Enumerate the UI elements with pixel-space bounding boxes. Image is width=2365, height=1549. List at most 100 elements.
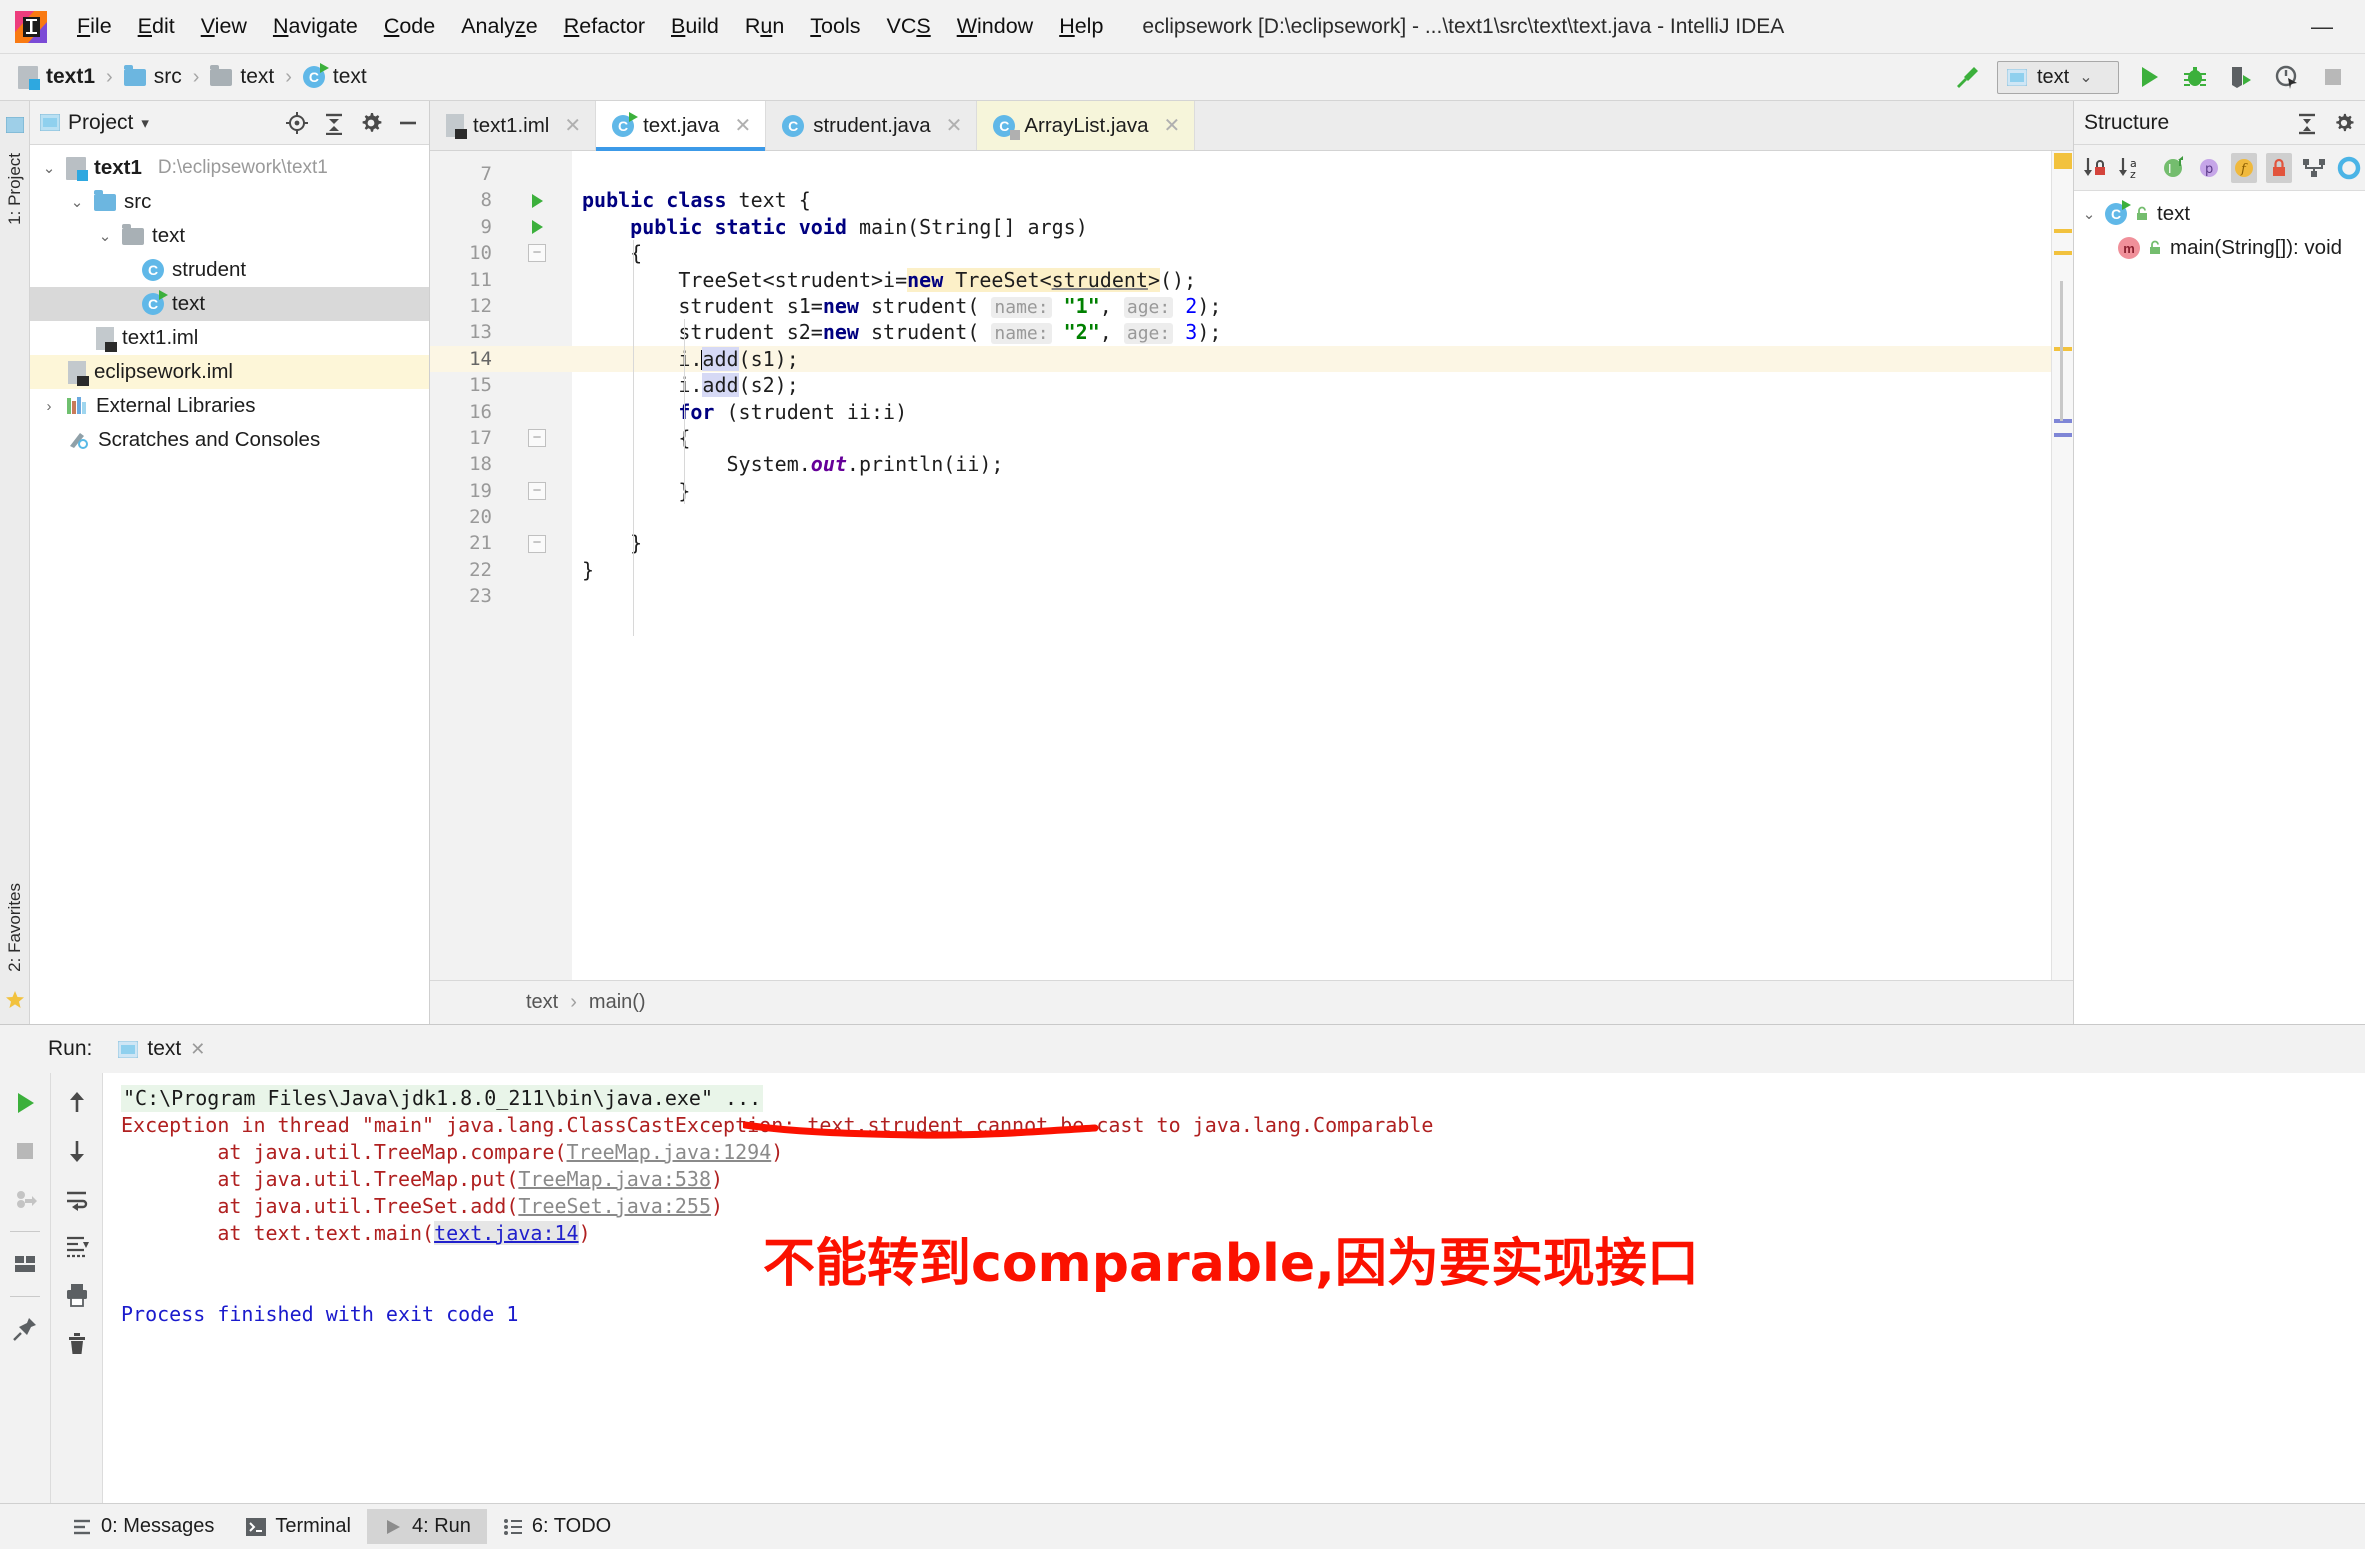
- close-icon[interactable]: ✕: [190, 1039, 205, 1060]
- editor-tab-text1-iml[interactable]: text1.iml ✕: [430, 101, 597, 150]
- hierarchy-icon[interactable]: [2301, 153, 2327, 183]
- menu-item-file[interactable]: File: [64, 10, 125, 43]
- scroll-end-icon[interactable]: [61, 1231, 93, 1263]
- profiler-icon[interactable]: [2271, 61, 2303, 93]
- menu-item-tools[interactable]: Tools: [797, 10, 873, 43]
- collapse-icon[interactable]: [323, 111, 345, 135]
- console-stack-link-1[interactable]: TreeMap.java:1294: [567, 1140, 772, 1164]
- editor-tab-text-java[interactable]: C text.java ✕: [596, 101, 767, 151]
- crosshair-icon[interactable]: [285, 111, 309, 135]
- editor-tab-strudent-java[interactable]: C strudent.java ✕: [766, 101, 978, 150]
- run-class-icon[interactable]: [502, 187, 572, 213]
- debug-icon[interactable]: [2179, 61, 2211, 93]
- stop-icon[interactable]: [9, 1135, 41, 1167]
- chevron-down-icon[interactable]: ▾: [141, 114, 149, 132]
- code-text-area[interactable]: public class text { public static void m…: [572, 151, 2051, 980]
- tree-item-external-libraries[interactable]: › External Libraries: [30, 389, 429, 423]
- sort-visibility-icon[interactable]: [2082, 153, 2108, 183]
- status-item-messages[interactable]: 0: Messages: [56, 1509, 230, 1544]
- breadcrumb-package-text[interactable]: text: [206, 63, 278, 91]
- console-stack-link-3[interactable]: TreeSet.java:255: [518, 1194, 711, 1218]
- run-icon[interactable]: [9, 1087, 41, 1119]
- run-configuration-selector[interactable]: text ⌄: [1997, 60, 2119, 94]
- structure-item-method-main[interactable]: m main(String[]): void: [2074, 231, 2365, 265]
- console-stack-link-4[interactable]: text.java:14: [434, 1221, 579, 1245]
- tree-item-src[interactable]: ⌄ src: [30, 185, 429, 219]
- fold-collapse-icon[interactable]: −: [502, 425, 572, 451]
- menu-item-analyze-e: e: [525, 14, 538, 38]
- close-icon[interactable]: ✕: [564, 113, 581, 138]
- menu-item-build[interactable]: Build: [658, 10, 732, 43]
- close-icon[interactable]: ✕: [734, 113, 751, 138]
- run-icon[interactable]: [2133, 61, 2165, 93]
- gear-icon[interactable]: [2333, 112, 2355, 134]
- menu-item-navigate[interactable]: Navigate: [260, 10, 371, 43]
- structure-item-class-text[interactable]: ⌄ C text: [2074, 197, 2365, 231]
- menu-item-vcs[interactable]: VCS: [873, 10, 943, 43]
- breadcrumb-src[interactable]: src: [120, 63, 186, 91]
- breadcrumb-text1[interactable]: text1: [14, 63, 99, 91]
- stop-icon[interactable]: [2317, 61, 2349, 93]
- properties-icon[interactable]: p: [2196, 153, 2222, 183]
- arrow-up-icon[interactable]: [61, 1087, 93, 1119]
- chevron-down-icon[interactable]: ⌄: [2079, 67, 2092, 87]
- expand-arrow-icon[interactable]: ⌄: [68, 193, 86, 211]
- printer-icon[interactable]: [61, 1279, 93, 1311]
- menu-item-help[interactable]: Help: [1046, 10, 1116, 43]
- target-icon[interactable]: [2336, 153, 2362, 183]
- inherited-icon[interactable]: I: [2161, 153, 2187, 183]
- close-icon[interactable]: ✕: [1164, 113, 1181, 138]
- expand-arrow-icon[interactable]: ⌄: [96, 227, 114, 245]
- tree-item-text1[interactable]: ⌄ text1 D:\eclipsework\text1: [30, 151, 429, 185]
- tree-item-package-text[interactable]: ⌄ text: [30, 219, 429, 253]
- expand-arrow-icon[interactable]: ⌄: [2080, 205, 2098, 223]
- menu-item-window[interactable]: Window: [944, 10, 1046, 43]
- menu-item-view[interactable]: View: [188, 10, 260, 43]
- tree-item-strudent[interactable]: C strudent: [30, 253, 429, 287]
- expand-arrow-icon[interactable]: ›: [40, 398, 58, 415]
- menu-item-analyze[interactable]: Analyze: [448, 10, 551, 43]
- menu-item-run[interactable]: Run: [732, 10, 797, 43]
- status-item-run[interactable]: 4: Run: [366, 1509, 487, 1544]
- arrow-down-icon[interactable]: [61, 1135, 93, 1167]
- tree-item-text1-iml[interactable]: text1.iml: [30, 321, 429, 355]
- run-tab-text[interactable]: text ✕: [110, 1033, 213, 1065]
- fold-collapse-icon[interactable]: −: [502, 478, 572, 504]
- sort-alpha-icon[interactable]: az: [2117, 153, 2143, 183]
- status-item-todo[interactable]: 6: TODO: [487, 1509, 627, 1544]
- menu-item-code[interactable]: Code: [371, 10, 448, 43]
- tree-item-scratches-and-consoles[interactable]: Scratches and Consoles: [30, 423, 429, 457]
- coverage-icon[interactable]: [2225, 61, 2257, 93]
- editor-marker-strip[interactable]: [2051, 151, 2073, 980]
- minimize-button[interactable]: —: [2295, 7, 2349, 47]
- menu-item-edit[interactable]: Edit: [125, 10, 188, 43]
- layout-icon[interactable]: [9, 1248, 41, 1280]
- fold-collapse-icon[interactable]: −: [502, 530, 572, 556]
- hammer-icon[interactable]: [1951, 61, 1983, 93]
- trash-icon[interactable]: [61, 1327, 93, 1359]
- minus-icon[interactable]: [397, 112, 419, 134]
- lock-icon[interactable]: [2266, 152, 2292, 183]
- status-item-terminal[interactable]: Terminal: [230, 1509, 367, 1544]
- editor-breadcrumb-class[interactable]: text: [526, 991, 558, 1014]
- expand-collapse-icon[interactable]: [2295, 111, 2319, 135]
- pin-icon[interactable]: [9, 1313, 41, 1345]
- close-icon[interactable]: ✕: [946, 113, 963, 138]
- menu-item-refactor[interactable]: Refactor: [551, 10, 658, 43]
- soft-wrap-icon[interactable]: [61, 1183, 93, 1215]
- gear-icon[interactable]: [359, 111, 383, 135]
- editor-tab-arraylist-java[interactable]: C ArrayList.java ✕: [977, 101, 1196, 150]
- fold-collapse-icon[interactable]: −: [502, 240, 572, 266]
- console-stack-link-2[interactable]: TreeMap.java:538: [518, 1167, 711, 1191]
- tree-item-text-class[interactable]: C text: [30, 287, 429, 321]
- rail-tab-favorites[interactable]: 2: Favorites: [3, 873, 27, 982]
- run-console[interactable]: "C:\Program Files\Java\jdk1.8.0_211\bin\…: [102, 1073, 2365, 1503]
- expand-arrow-icon[interactable]: ⌄: [40, 159, 58, 177]
- breadcrumb-class-text[interactable]: C text: [299, 63, 371, 91]
- editor-breadcrumb-method[interactable]: main(): [589, 991, 646, 1014]
- rail-tab-project[interactable]: 1: Project: [3, 143, 27, 235]
- fields-icon[interactable]: f: [2231, 152, 2257, 183]
- resume-icon[interactable]: [9, 1183, 41, 1215]
- run-method-icon[interactable]: [502, 214, 572, 240]
- tree-item-eclipsework-iml[interactable]: eclipsework.iml: [30, 355, 429, 389]
